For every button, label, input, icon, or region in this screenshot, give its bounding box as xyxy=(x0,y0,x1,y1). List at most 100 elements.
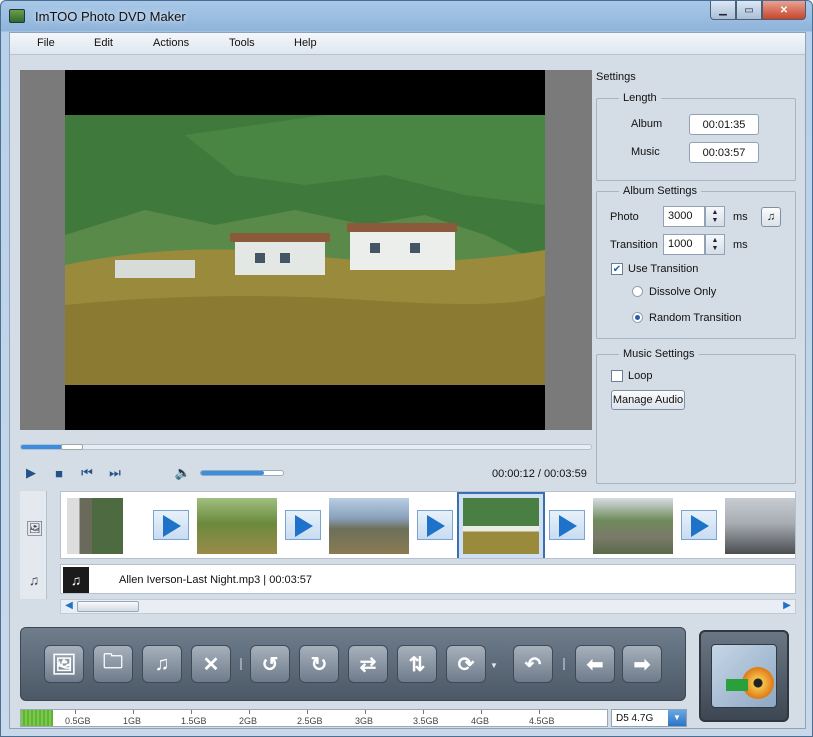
transition-thumbnail[interactable] xyxy=(153,510,189,540)
add-folder-button[interactable]: 🗀 xyxy=(93,645,133,683)
client-area: File Edit Actions Tools Help ▶ ■ ⏮ ⏭ 🔈 0… xyxy=(9,32,806,729)
capacity-tick-mark xyxy=(191,710,192,714)
use-transition-checkbox[interactable]: ✔ xyxy=(611,263,623,275)
random-transition-radio[interactable] xyxy=(632,312,643,323)
arrow-right-icon: ➡ xyxy=(633,653,651,676)
photo-duration-label: Photo xyxy=(610,211,639,223)
scroll-thumb[interactable] xyxy=(77,601,139,612)
transition-dropdown-icon[interactable]: ▼ xyxy=(490,661,498,670)
photo-thumbnail[interactable] xyxy=(725,498,795,554)
close-button[interactable]: ✕ xyxy=(762,1,806,20)
timeline-scrollbar[interactable]: ◀ ▶ xyxy=(60,599,796,614)
delete-icon: ✕ xyxy=(202,653,220,676)
transition-thumbnail[interactable] xyxy=(285,510,321,540)
scroll-left-icon[interactable]: ◀ xyxy=(62,600,76,613)
photo-duration-stepper[interactable]: ▲ ▼ xyxy=(705,206,725,227)
add-photo-button[interactable]: 🖼 xyxy=(44,645,84,683)
move-left-button[interactable]: ⬅ xyxy=(575,645,615,683)
volume-icon[interactable]: 🔈 xyxy=(174,465,192,481)
photo-thumbnail[interactable] xyxy=(197,498,277,554)
music-length-field: 00:03:57 xyxy=(689,142,759,163)
maximize-button[interactable]: ▭ xyxy=(736,1,762,20)
photo-duration-input[interactable]: 3000 xyxy=(663,206,705,227)
toolbar-separator xyxy=(240,658,242,670)
transition-thumbnail[interactable] xyxy=(681,510,717,540)
capacity-tick-label: 1.5GB xyxy=(181,716,207,726)
bottom-toolbar: 🖼 🗀 ♫ ✕ ↺ ↻ ⇄ ⇅ ⟳ ▼ ↶ ⬅ ➡ xyxy=(20,627,686,701)
capacity-tick-label: 2GB xyxy=(239,716,258,726)
audio-file-icon: ♫ xyxy=(63,567,89,593)
manage-audio-button[interactable]: Manage Audio xyxy=(611,390,685,410)
flip-horizontal-icon: ⇄ xyxy=(359,653,377,676)
seek-bar[interactable] xyxy=(20,444,592,450)
rotate-left-icon: ↺ xyxy=(261,653,279,676)
chevron-down-icon[interactable]: ▼ xyxy=(668,710,686,726)
photo-thumbnail[interactable] xyxy=(67,498,123,554)
photo-thumbnail[interactable] xyxy=(593,498,673,554)
capacity-tick-label: 1GB xyxy=(123,716,142,726)
menu-edit[interactable]: Edit xyxy=(94,37,113,49)
loop-label: Loop xyxy=(628,370,653,382)
seek-thumb[interactable] xyxy=(60,444,83,450)
play-icon[interactable]: ▶ xyxy=(22,465,40,481)
disc-type-select[interactable]: D5 4.7G ▼ xyxy=(611,709,687,727)
title-bar[interactable]: ImTOO Photo DVD Maker ▁ ▭ ✕ xyxy=(1,1,812,32)
menu-actions[interactable]: Actions xyxy=(153,37,189,49)
loop-checkbox[interactable] xyxy=(611,370,623,382)
disc-capacity-bar: 0.5GB 1GB 1.5GB 2GB 2.5GB 3GB 3.5GB 4GB 4.5GB xyxy=(20,709,608,727)
seek-progress xyxy=(21,445,67,449)
capacity-tick-mark xyxy=(423,710,424,714)
music-track-label: Allen Iverson-Last Night.mp3 | 00:03:57 xyxy=(119,574,313,586)
disc-type-value: D5 4.7G xyxy=(616,713,654,724)
menu-help[interactable]: Help xyxy=(294,37,317,49)
arrow-left-icon: ⬅ xyxy=(586,653,604,676)
next-icon[interactable]: ⏭ xyxy=(106,465,124,481)
toolbar-separator xyxy=(563,658,565,670)
use-transition-label: Use Transition xyxy=(628,263,699,275)
transition-duration-label: Transition xyxy=(610,239,658,251)
volume-level xyxy=(201,471,265,475)
album-settings-title: Album Settings xyxy=(619,185,701,197)
transition-button[interactable]: ⟳ xyxy=(446,645,486,683)
transition-thumbnail[interactable] xyxy=(417,510,453,540)
music-track-icon: ♫ xyxy=(28,572,40,588)
music-settings-title: Music Settings xyxy=(619,348,699,360)
scroll-right-icon[interactable]: ▶ xyxy=(780,600,794,613)
music-note-button[interactable]: ♫ xyxy=(761,207,781,227)
transition-duration-input[interactable]: 1000 xyxy=(663,234,705,255)
minimize-button[interactable]: ▁ xyxy=(710,1,736,20)
rotate-right-button[interactable]: ↻ xyxy=(299,645,339,683)
app-window: ImTOO Photo DVD Maker ▁ ▭ ✕ File Edit Ac… xyxy=(0,0,813,737)
photo-storyboard[interactable] xyxy=(60,491,796,559)
previous-icon[interactable]: ⏮ xyxy=(78,465,96,481)
capacity-tick-mark xyxy=(365,710,366,714)
app-icon xyxy=(9,9,25,23)
add-music-button[interactable]: ♫ xyxy=(142,645,182,683)
capacity-tick-mark xyxy=(307,710,308,714)
stop-icon[interactable]: ■ xyxy=(50,465,68,481)
dvd-icon xyxy=(711,644,777,708)
menu-bar: File Edit Actions Tools Help xyxy=(10,33,805,55)
music-track[interactable]: ♫ Allen Iverson-Last Night.mp3 | 00:03:5… xyxy=(60,564,796,594)
flip-horizontal-button[interactable]: ⇄ xyxy=(348,645,388,683)
burn-dvd-button[interactable] xyxy=(699,630,789,722)
image-icon: 🖼 xyxy=(51,653,77,676)
transition-duration-stepper[interactable]: ▲ ▼ xyxy=(705,234,725,255)
music-note-icon: ♫ xyxy=(766,211,776,223)
flip-vertical-button[interactable]: ⇅ xyxy=(397,645,437,683)
move-right-button[interactable]: ➡ xyxy=(622,645,662,683)
menu-tools[interactable]: Tools xyxy=(229,37,255,49)
dissolve-only-radio[interactable] xyxy=(632,286,643,297)
rotate-left-button[interactable]: ↺ xyxy=(250,645,290,683)
photo-thumbnail[interactable] xyxy=(329,498,409,554)
flip-vertical-icon: ⇅ xyxy=(408,653,426,676)
music-add-icon: ♫ xyxy=(154,652,170,675)
photo-thumbnail-selected[interactable] xyxy=(457,492,545,558)
length-group-title: Length xyxy=(619,92,661,104)
capacity-tick-label: 3GB xyxy=(355,716,374,726)
delete-button[interactable]: ✕ xyxy=(191,645,231,683)
undo-button[interactable]: ↶ xyxy=(513,645,553,683)
volume-slider[interactable] xyxy=(200,470,284,476)
menu-file[interactable]: File xyxy=(37,37,55,49)
transition-thumbnail[interactable] xyxy=(549,510,585,540)
